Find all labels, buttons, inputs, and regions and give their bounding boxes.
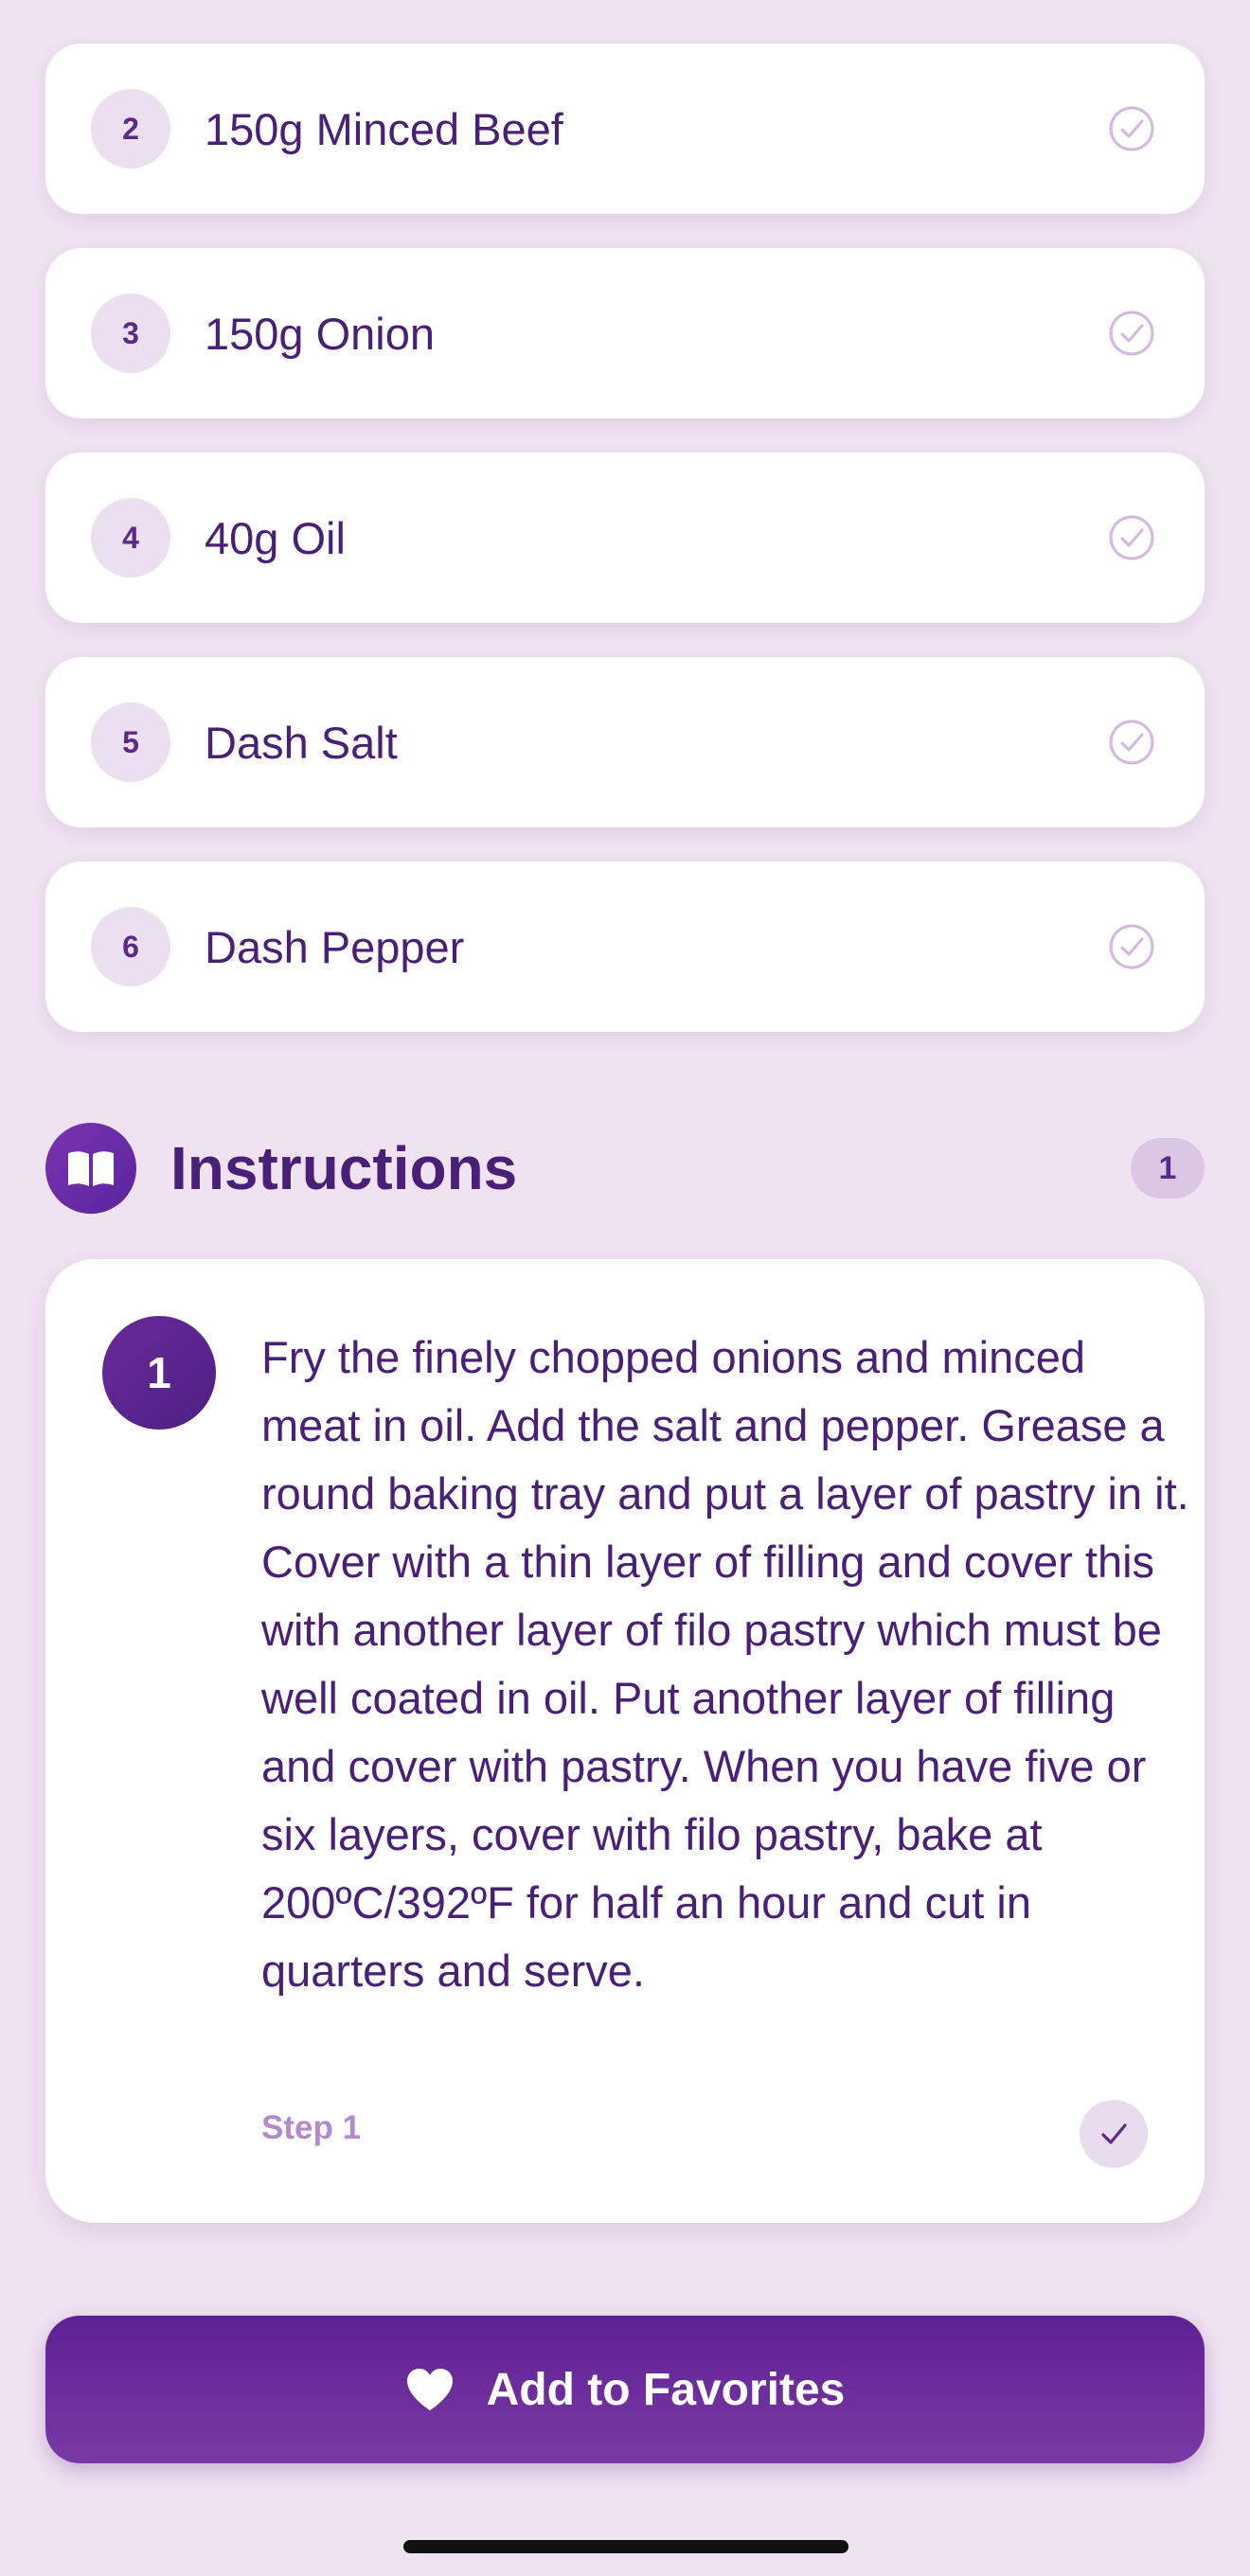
ingredient-item[interactable]: 4 40g Oil [45,453,1205,623]
ingredient-number: 6 [91,907,170,986]
ingredient-item[interactable]: 5 Dash Salt [45,657,1205,827]
add-to-favorites-label: Add to Favorites [486,2364,846,2415]
ingredient-text: Dash Pepper [205,921,465,972]
ingredient-text: 150g Onion [205,308,436,359]
instructions-title: Instructions [170,1134,518,1202]
instructions-count-badge: 1 [1131,1138,1205,1199]
book-icon [45,1123,136,1214]
ingredient-item[interactable]: 6 Dash Pepper [45,862,1205,1032]
check-circle-icon[interactable] [1108,105,1155,152]
check-circle-icon[interactable] [1108,923,1155,970]
ingredient-number: 5 [91,702,170,782]
instruction-step-card: 1 Fry the finely chopped onions and minc… [45,1259,1205,2223]
ingredient-text: 40g Oil [205,512,346,563]
ingredient-text: 150g Minced Beef [205,103,563,154]
check-circle-icon[interactable] [1108,719,1155,766]
step-text: Fry the finely chopped onions and minced… [261,1332,1189,1996]
check-circle-icon[interactable] [1108,310,1155,357]
ingredient-item[interactable]: 2 150g Minced Beef [45,44,1205,214]
ingredient-text: Dash Salt [205,717,398,768]
ingredient-number: 3 [91,293,170,373]
step-label: Step 1 [261,2109,362,2146]
ingredient-list: 2 150g Minced Beef 3 150g Onion 4 40g Oi… [45,44,1205,1066]
checkmark-icon [1101,2123,1127,2144]
heart-icon [406,2369,453,2410]
ingredient-number: 2 [91,89,170,169]
home-indicator[interactable] [403,2540,848,2553]
add-to-favorites-button[interactable]: Add to Favorites [45,2316,1205,2463]
ingredient-item[interactable]: 3 150g Onion [45,248,1205,418]
instructions-header: Instructions 1 [45,1123,1205,1214]
step-number: 1 [102,1316,216,1430]
ingredient-number: 4 [91,498,170,577]
check-circle-icon[interactable] [1108,514,1155,561]
step-complete-toggle[interactable] [1080,2100,1148,2168]
